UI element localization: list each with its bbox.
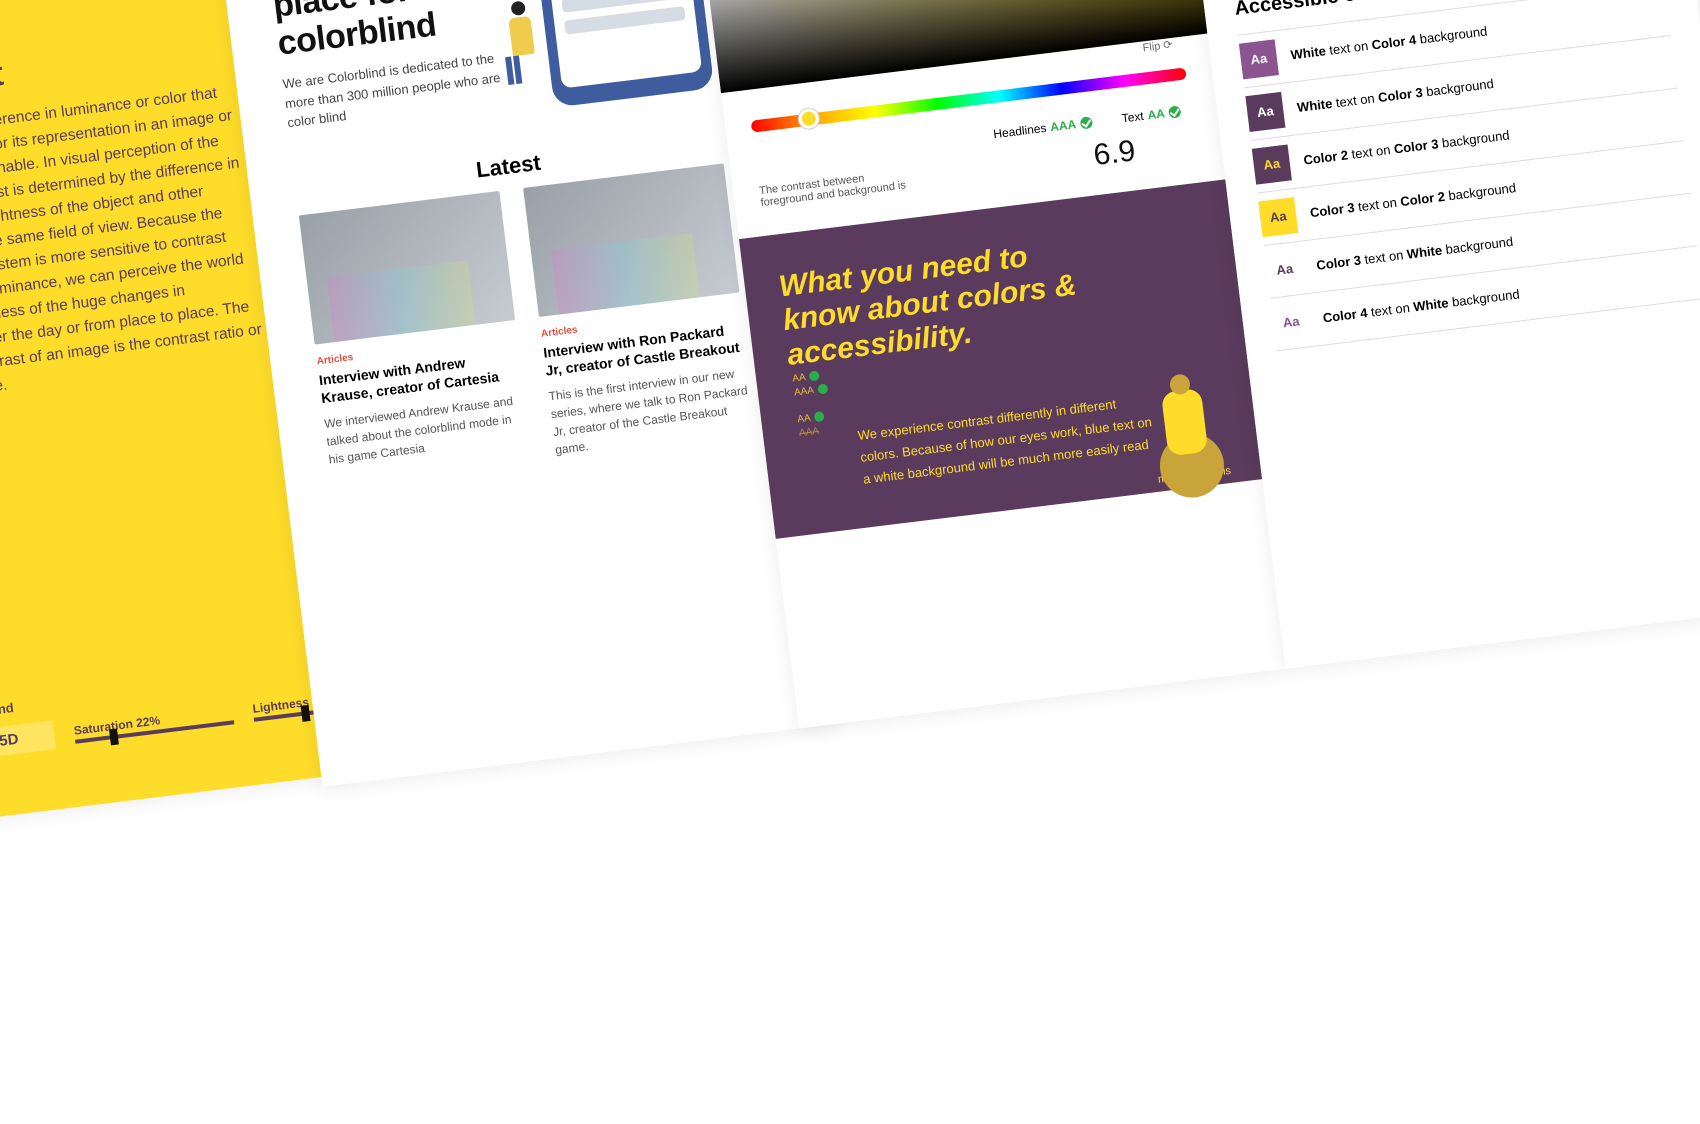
rating-text: Text AA bbox=[1121, 104, 1182, 125]
combo-chip: Aa bbox=[1239, 39, 1279, 79]
person-illustration bbox=[497, 0, 546, 83]
article-excerpt: This is the first interview in our new s… bbox=[548, 363, 757, 459]
combo-desc: White text on Color 3 background bbox=[1296, 76, 1494, 115]
foreground-input[interactable] bbox=[0, 720, 56, 762]
article-card[interactable]: ArticlesInterview with Andrew Krause, cr… bbox=[299, 191, 533, 487]
combo-desc: Color 3 text on White background bbox=[1316, 234, 1514, 273]
contrast-score-big: 6.9 bbox=[1092, 134, 1138, 173]
contrast-body-text: Contrast is the difference in luminance … bbox=[0, 79, 271, 410]
combo-chip: Aa bbox=[1265, 250, 1305, 290]
hero-subhead: We are Colorblind is dedicated to the mo… bbox=[282, 47, 517, 133]
combo-desc: Color 3 text on Color 2 background bbox=[1309, 180, 1517, 220]
combo-chip: Aa bbox=[1271, 302, 1311, 342]
article-card[interactable]: ArticlesInterview with Ron Packard Jr, c… bbox=[523, 163, 757, 459]
combo-desc: White text on Color 4 background bbox=[1290, 24, 1488, 63]
combo-chip: Aa bbox=[1252, 144, 1292, 184]
article-image bbox=[299, 191, 515, 345]
purple-body: We experience contrast differently in di… bbox=[857, 389, 1163, 491]
combo-desc: Color 2 text on Color 3 background bbox=[1303, 128, 1511, 168]
combo-desc: Color 4 text on White background bbox=[1322, 287, 1520, 326]
purple-headline: What you need to know about colors & acc… bbox=[777, 231, 1107, 373]
combo-chip: Aa bbox=[1245, 92, 1285, 132]
combo-chip: Aa bbox=[1258, 197, 1298, 237]
sitting-person-illustration bbox=[1127, 351, 1253, 503]
article-image bbox=[523, 163, 739, 317]
pass-indicators: AA AAA AA AAA bbox=[792, 369, 834, 442]
phone-illustration bbox=[526, 0, 714, 108]
